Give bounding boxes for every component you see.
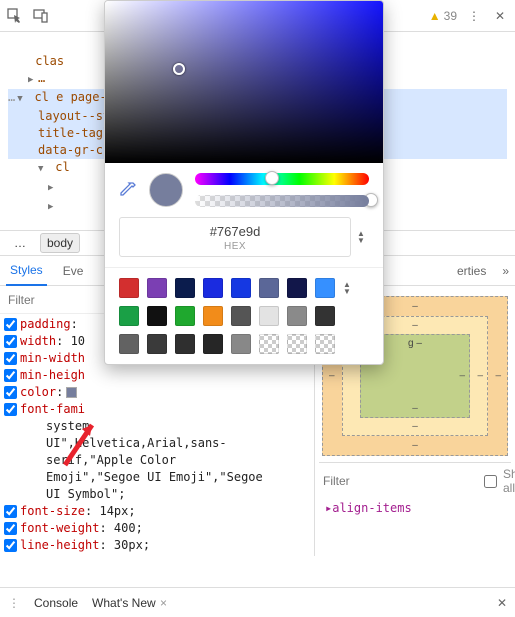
close-icon[interactable]: ✕: [491, 7, 509, 25]
tab-styles[interactable]: Styles: [6, 256, 47, 286]
drawer-close-icon[interactable]: ✕: [497, 596, 507, 610]
breadcrumb-ellipsis[interactable]: …: [8, 234, 32, 252]
prop-toggle[interactable]: [4, 386, 17, 399]
showall-label: Show all: [503, 467, 515, 495]
palette-swatch[interactable]: [287, 334, 307, 354]
css-property[interactable]: color:: [4, 384, 310, 401]
tab-event-listeners[interactable]: Eve: [59, 256, 88, 286]
device-toolbar-icon[interactable]: [32, 7, 50, 25]
css-property[interactable]: font-weight: 400;: [4, 520, 310, 537]
css-property-value[interactable]: systemUI",Helvetica,Arial,sans-serif,"Ap…: [4, 418, 310, 503]
palette-swatch[interactable]: [119, 334, 139, 354]
prop-toggle[interactable]: [4, 352, 17, 365]
drawer: ⋮ Console What's New × ✕: [0, 587, 515, 617]
palette-swatch[interactable]: [119, 278, 139, 298]
kebab-menu-icon[interactable]: ⋮: [465, 7, 483, 25]
css-property[interactable]: font-size: 14px;: [4, 503, 310, 520]
palette-swatch[interactable]: [203, 278, 223, 298]
warning-icon: ▲: [429, 9, 441, 23]
palette-swatch[interactable]: [203, 334, 223, 354]
palette-swatch[interactable]: [259, 278, 279, 298]
color-format-stepper[interactable]: ▲▼: [357, 230, 369, 244]
kebab-drawer-icon[interactable]: ⋮: [8, 596, 20, 610]
color-swatch[interactable]: [66, 387, 77, 398]
hue-slider[interactable]: [195, 173, 369, 185]
color-palette: ▲▼: [105, 268, 383, 364]
palette-swatch[interactable]: [203, 306, 223, 326]
eyedropper-icon[interactable]: [119, 181, 137, 199]
palette-swatch[interactable]: [315, 306, 335, 326]
color-picker: #767e9d HEX ▲▼ ▲▼: [104, 0, 384, 365]
palette-swatch[interactable]: [175, 334, 195, 354]
prop-toggle[interactable]: [4, 539, 17, 552]
prop-toggle[interactable]: [4, 522, 17, 535]
computed-prop-align-items[interactable]: ▸align-items: [319, 499, 511, 517]
prop-toggle[interactable]: [4, 318, 17, 331]
palette-stepper[interactable]: ▲▼: [343, 281, 355, 295]
inspect-icon[interactable]: [6, 7, 24, 25]
color-preview-swatch: [149, 173, 183, 207]
palette-swatch[interactable]: [119, 306, 139, 326]
box-model-padding-label: g –: [408, 338, 422, 349]
palette-swatch[interactable]: [147, 334, 167, 354]
warning-count[interactable]: ▲39: [429, 9, 457, 23]
breadcrumb-body[interactable]: body: [40, 233, 80, 253]
alpha-slider-thumb[interactable]: [364, 193, 378, 207]
prop-toggle[interactable]: [4, 505, 17, 518]
warning-count-value: 39: [444, 9, 457, 23]
palette-swatch[interactable]: [175, 278, 195, 298]
palette-swatch[interactable]: [287, 306, 307, 326]
css-property[interactable]: min-heigh: [4, 367, 310, 384]
css-property[interactable]: -webkit-font-smoothing:: [4, 554, 310, 556]
prop-toggle[interactable]: [4, 369, 17, 382]
color-field-cursor[interactable]: [173, 63, 185, 75]
more-tabs-icon[interactable]: »: [502, 264, 509, 278]
showall-checkbox[interactable]: [484, 475, 497, 488]
palette-swatch[interactable]: [315, 278, 335, 298]
color-hex-value: #767e9d: [122, 224, 348, 239]
palette-swatch[interactable]: [315, 334, 335, 354]
css-property[interactable]: line-height: 30px;: [4, 537, 310, 554]
drawer-tab-whatsnew[interactable]: What's New ×: [92, 596, 167, 610]
drawer-tab-console[interactable]: Console: [34, 596, 78, 610]
color-saturation-field[interactable]: [105, 1, 383, 163]
palette-swatch[interactable]: [147, 306, 167, 326]
palette-swatch[interactable]: [259, 334, 279, 354]
css-property[interactable]: font-fami: [4, 401, 310, 418]
palette-swatch[interactable]: [287, 278, 307, 298]
palette-swatch[interactable]: [231, 278, 251, 298]
prop-toggle[interactable]: [4, 335, 17, 348]
color-hex-input[interactable]: #767e9d HEX: [119, 217, 351, 257]
hue-slider-thumb[interactable]: [265, 171, 279, 185]
prop-toggle[interactable]: [4, 403, 17, 416]
computed-filter-input[interactable]: [323, 474, 478, 488]
palette-swatch[interactable]: [175, 306, 195, 326]
palette-swatch[interactable]: [147, 278, 167, 298]
alpha-slider[interactable]: [195, 195, 369, 207]
tab-properties[interactable]: erties: [453, 256, 490, 286]
palette-swatch[interactable]: [231, 334, 251, 354]
palette-swatch[interactable]: [259, 306, 279, 326]
color-format-label: HEX: [122, 241, 348, 252]
palette-swatch[interactable]: [231, 306, 251, 326]
